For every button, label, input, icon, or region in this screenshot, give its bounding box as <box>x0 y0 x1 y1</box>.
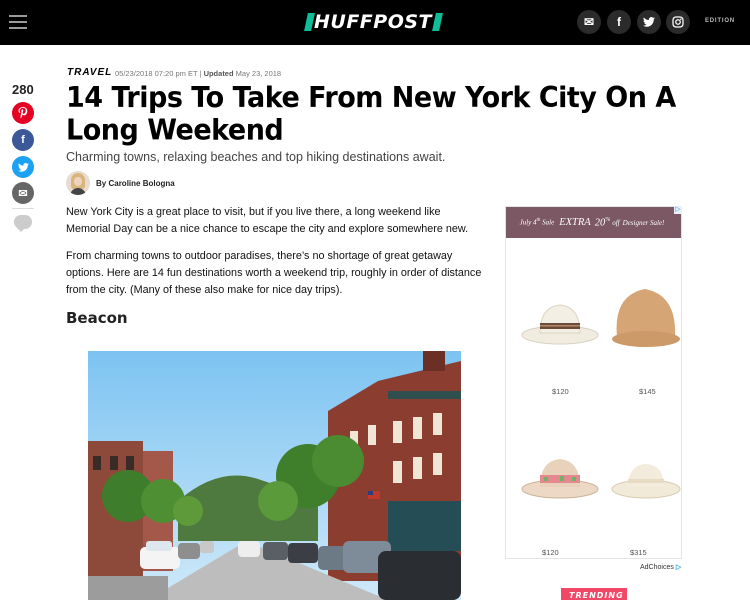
author-link[interactable]: Caroline Bologna <box>108 179 174 188</box>
twitter-icon[interactable] <box>637 10 661 34</box>
updated-label: Updated <box>203 69 234 78</box>
product-price: $315 <box>630 548 647 557</box>
adchoices-triangle-icon: ▷ <box>675 564 682 571</box>
ad-banner-main: EXTRA <box>559 217 591 228</box>
beacon-street-photo <box>88 351 461 600</box>
section-kicker[interactable]: TRAVEL <box>67 67 112 78</box>
email-icon[interactable]: ✉ <box>577 10 601 34</box>
article-paragraph-1: New York City is a great place to visit,… <box>66 206 469 235</box>
updated-date: May 23, 2018 <box>235 69 282 78</box>
article-dek: Charming towns, relaxing beaches and top… <box>66 150 446 164</box>
ad-banner-off: off <box>612 218 620 227</box>
facebook-icon[interactable]: f <box>607 10 631 34</box>
huffpost-logo[interactable]: HUFFPOST <box>304 11 443 33</box>
ad-banner-pct: 20 <box>594 217 606 229</box>
sidebar-advertisement[interactable]: July 4th Sale EXTRA 20% off Designer Sal… <box>505 206 682 559</box>
twitter-share-button[interactable] <box>12 156 34 178</box>
ad-banner-sale: Sale <box>542 218 555 227</box>
logo-right-bar <box>432 13 443 31</box>
logo-text: HUFFPOST <box>314 11 433 33</box>
pinterest-share-button[interactable] <box>12 102 34 124</box>
published-date: 05/23/2018 07:20 pm ET <box>115 69 198 78</box>
ad-banner[interactable]: July 4th Sale EXTRA 20% off Designer Sal… <box>506 207 681 238</box>
byline: By Caroline Bologna <box>96 179 175 188</box>
article-headline: 14 Trips To Take From New York City On A… <box>66 82 676 148</box>
painted-fedora-image[interactable] <box>520 453 600 501</box>
felt-cloche-image[interactable] <box>609 285 681 351</box>
product-price: $120 <box>542 548 559 557</box>
edition-selector[interactable]: EDITION <box>705 18 735 24</box>
email-share-button[interactable]: ✉ <box>12 182 34 204</box>
product-price: $120 <box>552 387 569 396</box>
ad-banner-prefix: July 4 <box>519 218 537 227</box>
trending-label[interactable]: TRENDING <box>561 588 627 600</box>
comment-icon[interactable] <box>14 215 32 232</box>
facebook-share-button[interactable]: f <box>12 129 34 151</box>
adchoices-link[interactable]: AdChoices ▷ <box>640 563 681 571</box>
adchoices-icon[interactable]: ▷ <box>674 206 682 214</box>
straw-boater-image[interactable] <box>610 459 682 503</box>
instagram-icon[interactable] <box>666 10 690 34</box>
top-navigation-bar: HUFFPOST ✉ f EDITION <box>0 0 750 45</box>
section-subhead: Beacon <box>66 309 128 327</box>
author-avatar[interactable] <box>66 171 90 195</box>
article-paragraph-2: From charming towns to outdoor paradises… <box>66 250 482 296</box>
ad-banner-pct-sup: % <box>605 216 611 223</box>
menu-icon[interactable] <box>9 15 27 29</box>
byline-prefix: By <box>96 179 107 188</box>
product-price: $145 <box>639 387 656 396</box>
share-count: 280 <box>12 82 34 97</box>
dateline: 05/23/2018 07:20 pm ET | Updated May 23,… <box>115 69 282 78</box>
ad-banner-suffix: Designer Sale! <box>622 218 665 227</box>
ad-banner-sup: th <box>536 218 541 224</box>
share-divider <box>12 208 34 209</box>
adchoices-label: AdChoices <box>640 564 674 571</box>
straw-fedora-image[interactable] <box>520 297 600 347</box>
